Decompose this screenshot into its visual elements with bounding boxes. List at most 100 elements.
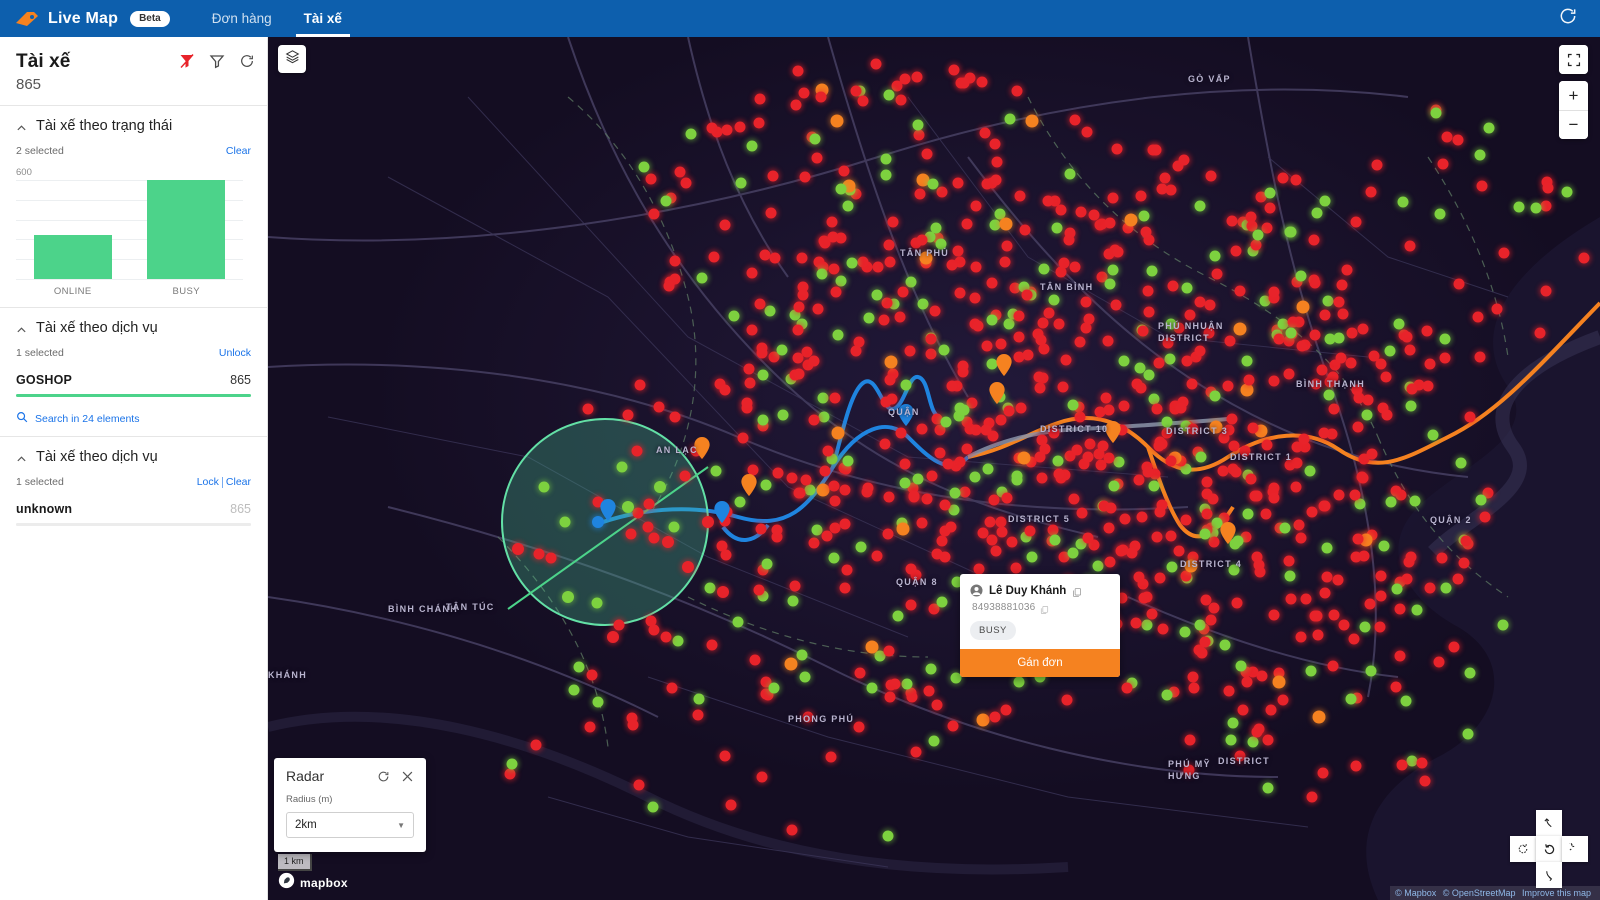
driver-marker-red[interactable] bbox=[1350, 216, 1362, 227]
driver-marker-red[interactable] bbox=[1394, 603, 1406, 615]
driver-marker-green[interactable] bbox=[883, 89, 895, 101]
driver-marker-red[interactable] bbox=[792, 324, 804, 336]
driver-marker-red[interactable] bbox=[1264, 202, 1276, 213]
driver-marker-green[interactable] bbox=[1247, 736, 1259, 748]
driver-marker-green[interactable] bbox=[1048, 294, 1060, 306]
driver-marker-red[interactable] bbox=[829, 495, 841, 507]
driver-marker-red[interactable] bbox=[1319, 587, 1331, 599]
driver-marker-red[interactable] bbox=[1404, 344, 1416, 356]
driver-marker-red[interactable] bbox=[880, 396, 892, 408]
driver-marker-red[interactable] bbox=[1156, 183, 1168, 195]
attribution-osm[interactable]: © OpenStreetMap bbox=[1443, 888, 1516, 898]
driver-marker-red[interactable] bbox=[1230, 466, 1242, 478]
driver-marker-red[interactable] bbox=[1133, 571, 1145, 583]
driver-marker-red[interactable] bbox=[1153, 357, 1165, 369]
driver-marker-red[interactable] bbox=[1306, 791, 1318, 803]
driver-marker-green[interactable] bbox=[1225, 734, 1237, 746]
driver-marker-green[interactable] bbox=[892, 610, 904, 622]
driver-marker-red[interactable] bbox=[1034, 382, 1046, 394]
driver-marker-green[interactable] bbox=[1052, 455, 1064, 467]
driver-marker-green[interactable] bbox=[1199, 528, 1211, 540]
driver-marker-red[interactable] bbox=[1102, 335, 1114, 347]
driver-marker-red[interactable] bbox=[815, 91, 827, 103]
driver-marker-green[interactable] bbox=[728, 310, 740, 322]
driver-marker-red[interactable] bbox=[746, 324, 758, 336]
driver-marker-green[interactable] bbox=[1391, 583, 1403, 595]
driver-marker-red[interactable] bbox=[765, 207, 777, 219]
driver-marker-green[interactable] bbox=[1365, 665, 1377, 677]
driver-marker-red[interactable] bbox=[792, 352, 804, 364]
driver-marker-red[interactable] bbox=[1036, 472, 1048, 484]
unlock-link[interactable]: Unlock bbox=[219, 347, 251, 359]
driver-marker-red[interactable] bbox=[1291, 457, 1303, 469]
driver-marker-red[interactable] bbox=[1150, 144, 1162, 156]
driver-marker-in-radar[interactable] bbox=[682, 561, 694, 573]
driver-marker-red[interactable] bbox=[853, 721, 865, 732]
driver-marker-red[interactable] bbox=[796, 252, 807, 264]
driver-marker-red[interactable] bbox=[1205, 170, 1217, 182]
driver-marker-green[interactable] bbox=[828, 552, 840, 564]
driver-marker-red[interactable] bbox=[984, 516, 996, 528]
driver-marker-red[interactable] bbox=[1060, 354, 1072, 366]
driver-marker-red[interactable] bbox=[1146, 608, 1158, 620]
driver-marker-red[interactable] bbox=[1199, 636, 1211, 648]
driver-marker-red[interactable] bbox=[821, 530, 833, 542]
driver-marker-red[interactable] bbox=[771, 524, 783, 536]
driver-marker-red[interactable] bbox=[1075, 206, 1087, 218]
driver-marker-red[interactable] bbox=[706, 639, 718, 651]
driver-marker-red[interactable] bbox=[1453, 278, 1465, 290]
driver-marker-red[interactable] bbox=[905, 599, 917, 611]
refresh-icon[interactable] bbox=[239, 53, 255, 69]
driver-marker-red[interactable] bbox=[1151, 403, 1163, 415]
driver-marker-red[interactable] bbox=[1375, 570, 1387, 582]
driver-marker-green[interactable] bbox=[777, 409, 789, 421]
driver-pin-marker[interactable] bbox=[741, 473, 758, 502]
driver-marker-red[interactable] bbox=[936, 186, 948, 198]
driver-marker-red[interactable] bbox=[743, 363, 755, 375]
driver-marker-green[interactable] bbox=[855, 541, 867, 553]
chart-bar[interactable] bbox=[147, 180, 226, 279]
driver-marker-red[interactable] bbox=[828, 480, 840, 492]
driver-marker-red[interactable] bbox=[923, 685, 935, 697]
driver-marker-red[interactable] bbox=[1366, 448, 1378, 460]
driver-marker-red[interactable] bbox=[961, 218, 973, 230]
driver-marker-red[interactable] bbox=[946, 259, 958, 271]
driver-marker-red[interactable] bbox=[1237, 704, 1249, 716]
driver-marker-red[interactable] bbox=[1105, 502, 1117, 513]
driver-marker-green[interactable] bbox=[1252, 229, 1263, 241]
map-canvas[interactable]: + − 1 km mapbox © Mapbox © OpenStreetMap… bbox=[268, 37, 1600, 900]
driver-marker-red[interactable] bbox=[1083, 313, 1095, 324]
driver-marker-green[interactable] bbox=[768, 682, 780, 694]
driver-marker-red[interactable] bbox=[1251, 490, 1263, 502]
driver-marker-green[interactable] bbox=[1378, 540, 1390, 552]
driver-marker-green[interactable] bbox=[1013, 676, 1025, 687]
driver-marker-green[interactable] bbox=[1181, 282, 1193, 294]
driver-marker-red[interactable] bbox=[939, 499, 951, 511]
driver-marker-green[interactable] bbox=[746, 140, 758, 152]
driver-marker-red[interactable] bbox=[1318, 427, 1330, 439]
filter-icon[interactable] bbox=[209, 53, 225, 69]
driver-marker-red[interactable] bbox=[939, 551, 951, 563]
driver-marker-red[interactable] bbox=[1165, 530, 1177, 542]
driver-marker-red[interactable] bbox=[1153, 440, 1165, 452]
driver-marker-red[interactable] bbox=[904, 345, 916, 357]
driver-marker-red[interactable] bbox=[1014, 190, 1026, 201]
driver-marker-red[interactable] bbox=[841, 564, 853, 575]
driver-marker-red[interactable] bbox=[889, 678, 901, 689]
driver-marker-green[interactable] bbox=[1064, 168, 1076, 180]
driver-marker-green[interactable] bbox=[799, 671, 811, 683]
driver-marker-red[interactable] bbox=[790, 99, 802, 111]
driver-marker-red[interactable] bbox=[1433, 656, 1445, 668]
driver-marker-red[interactable] bbox=[1300, 593, 1311, 605]
driver-marker-red[interactable] bbox=[741, 397, 753, 409]
driver-marker-red[interactable] bbox=[990, 174, 1001, 186]
driver-marker-red[interactable] bbox=[1138, 592, 1149, 604]
driver-marker-red[interactable] bbox=[1006, 536, 1018, 548]
driver-marker-red[interactable] bbox=[1011, 85, 1023, 97]
driver-marker-red[interactable] bbox=[1080, 322, 1092, 334]
driver-marker-red[interactable] bbox=[1374, 621, 1386, 633]
driver-marker-red[interactable] bbox=[1458, 557, 1470, 569]
driver-marker-red[interactable] bbox=[797, 289, 808, 301]
driver-marker-red[interactable] bbox=[934, 447, 946, 459]
driver-marker-green[interactable] bbox=[1118, 355, 1129, 367]
